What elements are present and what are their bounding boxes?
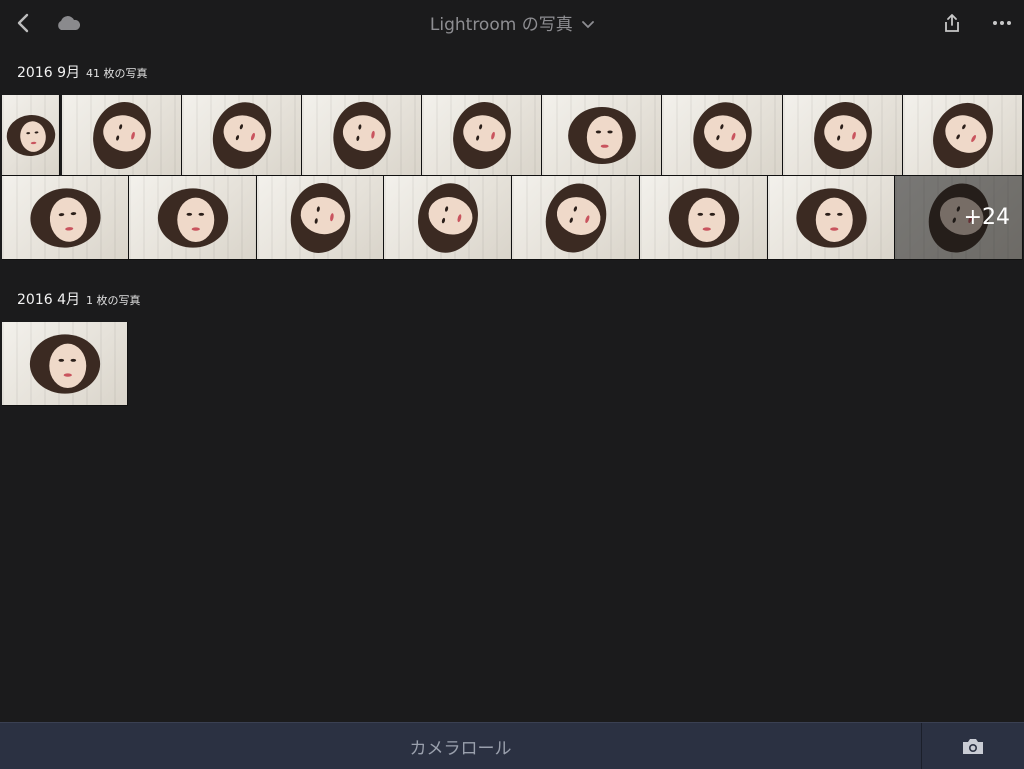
photo-thumbnail[interactable] [662,95,783,176]
photo-thumbnail[interactable] [182,95,302,176]
photo-thumbnail[interactable] [512,176,640,260]
portrait-image [6,115,56,156]
chevron-down-icon [582,21,595,29]
camera-icon [963,739,983,754]
photo-thumbnail[interactable] [129,176,257,260]
camera-button[interactable] [922,723,1024,769]
camera-roll-button[interactable]: カメラロール [0,723,921,769]
portrait-image [933,102,993,169]
photo-thumbnail[interactable] [422,95,542,176]
photo-thumbnail[interactable] [640,176,768,260]
section-header-apr: 2016 4月 1 枚の写真 [17,289,141,309]
more-photos-count: +24 [895,176,1022,259]
portrait-image [157,188,229,248]
portrait-image [30,188,101,248]
photo-thumbnail[interactable] [783,95,903,176]
section-date: 2016 4月 [17,292,80,308]
share-icon [945,14,959,32]
camera-roll-label: カメラロール [409,738,512,759]
section-count: 41 枚の写真 [86,67,148,80]
photo-thumbnail[interactable] [903,95,1023,176]
photo-thumbnail[interactable] [542,95,662,176]
section-date: 2016 9月 [17,65,80,81]
portrait-image [796,188,867,248]
portrait-image [545,183,607,253]
portrait-image [668,188,740,248]
photo-thumbnail[interactable] [302,95,422,176]
portrait-image [93,101,151,170]
photo-thumbnail[interactable] [257,176,384,260]
top-bar: Lightroom の写真 [0,0,1024,46]
photo-thumbnail[interactable] [384,176,512,260]
share-button[interactable] [938,8,966,38]
photo-thumbnail[interactable] [2,176,129,260]
more-button[interactable] [986,8,1018,38]
photo-thumbnail[interactable] [2,322,128,406]
more-icon [993,21,1011,25]
photo-thumbnail[interactable] [62,95,182,176]
photo-thumbnail[interactable] [768,176,895,260]
photo-thumbnail[interactable]: +24 [895,176,1023,260]
album-title: Lightroom の写真 [429,15,573,35]
section-header-sep: 2016 9月 41 枚の写真 [17,62,148,82]
portrait-image [333,101,391,170]
portrait-image [212,102,272,169]
portrait-image [29,334,101,394]
portrait-image [453,101,511,170]
portrait-image [814,101,872,170]
portrait-image [568,106,636,165]
photo-thumbnail[interactable] [2,95,60,176]
section-count: 1 枚の写真 [86,294,141,307]
portrait-image [693,102,752,169]
bottom-bar: カメラロール [0,722,1024,769]
album-title-dropdown[interactable]: Lightroom の写真 [0,10,1024,35]
portrait-image [290,183,351,253]
portrait-image [418,183,478,253]
